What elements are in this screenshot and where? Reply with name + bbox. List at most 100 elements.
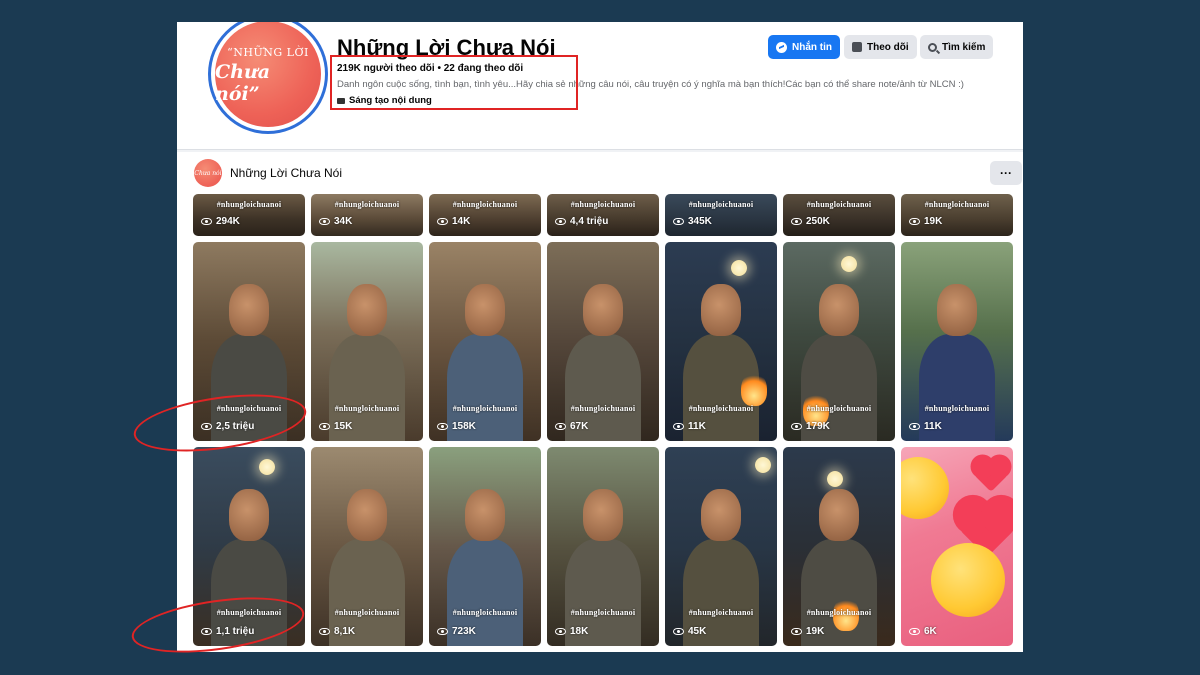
reel-tile[interactable]: 6K (901, 447, 1013, 646)
reel-view-count: 250K (791, 216, 830, 227)
person-face (701, 489, 741, 541)
eye-icon (791, 628, 802, 635)
reel-tile[interactable]: #nhungloichuanoi 14K (429, 194, 541, 236)
reels-panel: Chưa nói Những Lời Chưa Nói ··· #nhunglo… (177, 152, 1023, 652)
reel-view-count: 11K (673, 421, 706, 432)
reel-hashtag: #nhungloichuanoi (688, 608, 754, 617)
reel-tile[interactable]: #nhungloichuanoi 158K (429, 242, 541, 441)
reel-tile[interactable]: #nhungloichuanoi 67K (547, 242, 659, 441)
reel-hashtag: #nhungloichuanoi (452, 200, 518, 209)
moon-icon (755, 457, 771, 473)
reel-hashtag: #nhungloichuanoi (570, 608, 636, 617)
moon-icon (731, 260, 747, 276)
avatar-text-top: “NHỮNG LỜI (227, 45, 309, 59)
reels-page-avatar[interactable]: Chưa nói (194, 159, 222, 187)
reel-tile[interactable]: #nhungloichuanoi 11K (665, 242, 777, 441)
reel-tile[interactable]: #nhungloichuanoi 15K (311, 242, 423, 441)
message-button[interactable]: Nhắn tin (768, 35, 840, 59)
eye-icon (201, 218, 212, 225)
follow-button-label: Theo dõi (867, 41, 909, 53)
view-count-label: 158K (452, 421, 476, 432)
avatar-text-bottom: Chưa nói” (215, 60, 271, 105)
reel-tile[interactable]: #nhungloichuanoi 8,1K (311, 447, 423, 646)
reel-hashtag: #nhungloichuanoi (570, 404, 636, 413)
view-count-label: 723K (452, 626, 476, 637)
avatar-logo: “NHỮNG LỜI Chưa nói” (215, 22, 321, 127)
eye-icon (319, 423, 330, 430)
more-options-button[interactable]: ··· (990, 161, 1022, 185)
reel-hashtag: #nhungloichuanoi (688, 404, 754, 413)
view-count-label: 19K (806, 626, 825, 637)
search-button[interactable]: Tìm kiếm (920, 35, 994, 59)
reel-view-count: 6K (909, 626, 937, 637)
follow-button[interactable]: Theo dõi (844, 35, 917, 59)
reel-view-count: 11K (909, 421, 942, 432)
view-count-label: 294K (216, 216, 240, 227)
person-face (347, 284, 387, 336)
eye-icon (909, 218, 920, 225)
reel-view-count: 179K (791, 421, 830, 432)
reel-tile[interactable]: #nhungloichuanoi 345K (665, 194, 777, 236)
campfire-icon (741, 372, 767, 406)
person-face (229, 489, 269, 541)
view-count-label: 34K (334, 216, 353, 227)
person-face (583, 284, 623, 336)
reel-tile[interactable]: #nhungloichuanoi 179K (783, 242, 895, 441)
eye-icon (909, 628, 920, 635)
reel-tile[interactable]: #nhungloichuanoi 19K (783, 447, 895, 646)
reel-tile[interactable]: #nhungloichuanoi 45K (665, 447, 777, 646)
eye-icon (555, 423, 566, 430)
reels-page-name[interactable]: Những Lời Chưa Nói (230, 166, 342, 180)
person-face (465, 489, 505, 541)
reel-hashtag: #nhungloichuanoi (334, 608, 400, 617)
reel-tile[interactable]: #nhungloichuanoi 11K (901, 242, 1013, 441)
messenger-icon (776, 41, 787, 53)
sad-emoji-icon (931, 543, 1005, 617)
reel-hashtag: #nhungloichuanoi (924, 404, 990, 413)
eye-icon (437, 218, 448, 225)
person-face (701, 284, 741, 336)
eye-icon (555, 628, 566, 635)
person-face (819, 284, 859, 336)
eye-icon (437, 628, 448, 635)
reel-hashtag: #nhungloichuanoi (452, 608, 518, 617)
reel-tile[interactable]: #nhungloichuanoi 250K (783, 194, 895, 236)
person-face (347, 489, 387, 541)
reel-hashtag: #nhungloichuanoi (806, 608, 872, 617)
laughing-emoji-icon (901, 457, 949, 519)
reel-tile[interactable]: #nhungloichuanoi 19K (901, 194, 1013, 236)
person-face (465, 284, 505, 336)
search-icon (928, 42, 937, 52)
reel-hashtag: #nhungloichuanoi (452, 404, 518, 413)
reel-tile[interactable]: #nhungloichuanoi 18K (547, 447, 659, 646)
reel-view-count: 8,1K (319, 626, 355, 637)
reel-hashtag: #nhungloichuanoi (688, 200, 754, 209)
eye-icon (319, 628, 330, 635)
view-count-label: 14K (452, 216, 471, 227)
reel-view-count: 14K (437, 216, 470, 227)
view-count-label: 19K (924, 216, 943, 227)
view-count-label: 8,1K (334, 626, 356, 637)
view-count-label: 15K (334, 421, 353, 432)
view-count-label: 250K (806, 216, 830, 227)
person-face (819, 489, 859, 541)
view-count-label: 11K (924, 421, 942, 432)
reel-view-count: 18K (555, 626, 588, 637)
eye-icon (673, 218, 684, 225)
follow-icon (852, 42, 862, 52)
reel-view-count: 19K (791, 626, 824, 637)
profile-header: “NHỮNG LỜI Chưa nói” Những Lời Chưa Nói … (177, 22, 1023, 150)
reel-tile[interactable]: #nhungloichuanoi 294K (193, 194, 305, 236)
reel-hashtag: #nhungloichuanoi (334, 404, 400, 413)
eye-icon (555, 218, 566, 225)
facebook-page-window: “NHỮNG LỜI Chưa nói” Những Lời Chưa Nói … (177, 22, 1023, 652)
reel-tile[interactable]: #nhungloichuanoi 34K (311, 194, 423, 236)
reel-tile[interactable]: #nhungloichuanoi 723K (429, 447, 541, 646)
reel-tile[interactable]: #nhungloichuanoi 4,4 triệu (547, 194, 659, 236)
message-button-label: Nhắn tin (792, 41, 832, 53)
profile-avatar[interactable]: “NHỮNG LỜI Chưa nói” (208, 22, 328, 134)
reel-hashtag: #nhungloichuanoi (570, 200, 636, 209)
eye-icon (909, 423, 920, 430)
reel-hashtag: #nhungloichuanoi (806, 404, 872, 413)
annotation-highlight-box (330, 55, 578, 110)
